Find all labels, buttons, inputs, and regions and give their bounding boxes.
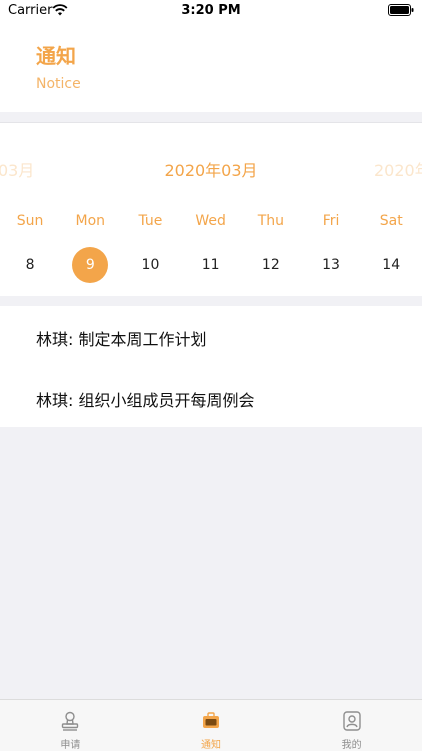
page-subtitle: Notice <box>36 76 81 92</box>
tab-apply[interactable]: 申请 <box>0 700 141 751</box>
clock: 3:20 PM <box>181 3 241 18</box>
day-cell[interactable]: 13 <box>301 246 361 284</box>
day-number: 9 <box>72 247 109 283</box>
status-bar: Carrier 3:20 PM <box>0 0 422 22</box>
tab-label: 我的 <box>341 740 362 751</box>
day-cell[interactable]: 12 <box>241 246 301 284</box>
weekday-label: Mon <box>75 213 106 229</box>
weekday-label: Thu <box>257 213 284 229</box>
user-icon <box>342 711 361 731</box>
month-switcher[interactable]: 年03月 2020年03月 2020年 <box>0 157 422 181</box>
weekday-header: Sun Mon Tue Wed Thu Fri Sat <box>0 213 422 229</box>
weekday-label: Wed <box>195 213 226 229</box>
weekday-label: Sun <box>16 213 44 229</box>
briefcase-icon <box>202 712 219 728</box>
page-header: 通知 Notice <box>0 22 422 112</box>
weekday-label: Fri <box>322 213 340 229</box>
notice-item[interactable]: 林琪: 制定本周工作计划 <box>36 326 206 350</box>
day-row: 8 9 10 11 12 13 14 <box>0 246 422 284</box>
tab-label: 通知 <box>200 740 221 751</box>
page-title: 通知 <box>36 44 76 68</box>
notice-item[interactable]: 林琪: 组织小组成员开每周例会 <box>36 387 254 411</box>
month-current: 2020年03月 <box>164 161 258 180</box>
week-calendar: 年03月 2020年03月 2020年 Sun Mon Tue Wed Thu … <box>0 122 422 296</box>
tab-notice[interactable]: 通知 <box>141 700 282 751</box>
weekday-label: Tue <box>138 213 163 229</box>
day-cell[interactable]: 10 <box>120 246 180 284</box>
day-cell-selected[interactable]: 9 <box>60 246 120 284</box>
stamp-icon <box>62 711 79 731</box>
day-number: 10 <box>141 257 160 273</box>
tab-label: 申请 <box>60 740 81 751</box>
battery-icon <box>388 4 414 16</box>
day-number: 13 <box>322 257 340 273</box>
day-cell[interactable]: 8 <box>0 246 60 284</box>
tab-mine[interactable]: 我的 <box>281 700 422 751</box>
day-cell[interactable]: 14 <box>361 246 421 284</box>
month-next[interactable]: 2020年 <box>374 157 422 181</box>
day-number: 8 <box>25 257 35 273</box>
day-number: 11 <box>201 257 220 273</box>
weekday-label: Sat <box>379 213 403 229</box>
day-number: 12 <box>261 257 280 273</box>
tab-bar: 申请 通知 我的 <box>0 699 422 751</box>
notice-list: 林琪: 制定本周工作计划 林琪: 组织小组成员开每周例会 <box>0 306 422 427</box>
day-cell[interactable]: 11 <box>181 246 241 284</box>
day-number: 14 <box>382 257 401 273</box>
